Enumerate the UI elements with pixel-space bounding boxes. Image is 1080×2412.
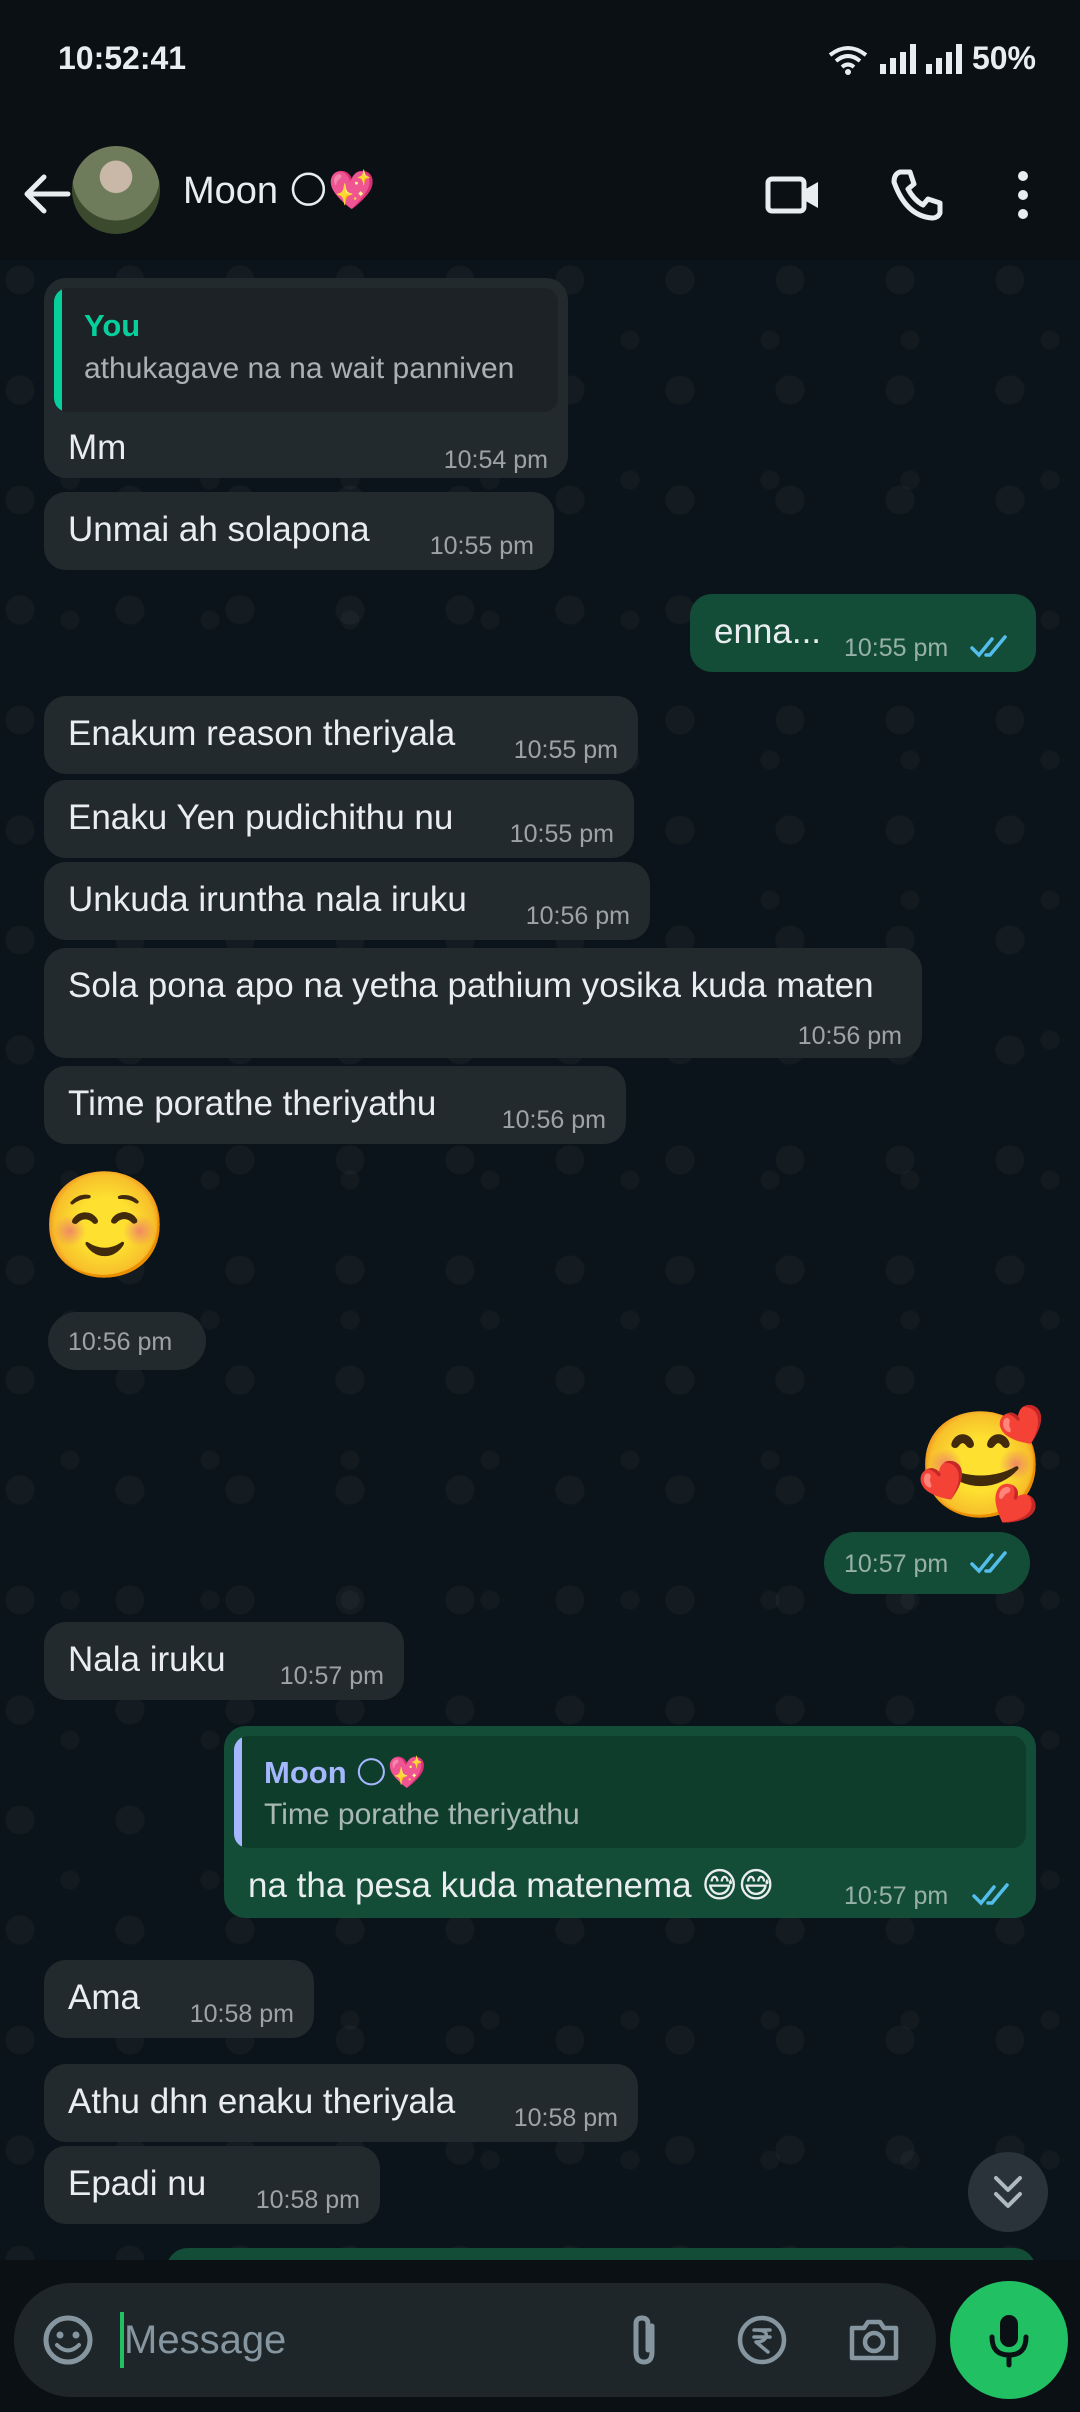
- message-bubble[interactable]: Unkuda iruntha nala iruku 10:56 pm: [44, 862, 650, 940]
- emoji-message[interactable]: 🥰: [916, 1406, 1046, 1526]
- message-bubble[interactable]: Moon 🌕💖 Time porathe theriyathu na tha p…: [224, 1726, 1036, 1918]
- scroll-down-button[interactable]: [968, 2152, 1048, 2232]
- message-text: na tha pesa kuda matenema 😅😅: [248, 1866, 775, 1905]
- signal-icon: [879, 43, 916, 74]
- video-call-icon[interactable]: [760, 162, 826, 228]
- message-time: 10:55 pm: [429, 532, 534, 560]
- message-time: 10:55 pm: [844, 634, 949, 662]
- message-time: 10:55 pm: [509, 820, 614, 848]
- camera-icon[interactable]: [842, 2308, 906, 2372]
- message-text: Nala iruku: [68, 1640, 226, 1679]
- message-time: 10:58 pm: [255, 2186, 360, 2214]
- message-text: Time porathe theriyathu: [68, 1084, 437, 1123]
- avatar[interactable]: [72, 146, 160, 234]
- back-arrow-icon[interactable]: [18, 164, 78, 224]
- status-indicators: 50%: [826, 40, 1036, 77]
- message-time: 10:56 pm: [501, 1106, 606, 1134]
- message-bubble[interactable]: Epadi nu 10:58 pm: [44, 2146, 380, 2224]
- message-text: enna...: [714, 612, 822, 651]
- message-text: Ama: [68, 1978, 140, 2017]
- voice-message-button[interactable]: [950, 2281, 1068, 2399]
- chat-header: Moon 🌕💖: [0, 130, 1080, 260]
- status-bar: 10:52:41 50%: [0, 0, 1080, 130]
- message-bubble-partial[interactable]: [166, 2248, 1036, 2260]
- message-text: Sola pona apo na yetha pathium yosika ku…: [68, 966, 874, 1005]
- contact-emojis: 🌕💖: [288, 170, 376, 212]
- quote-author: Moon 🌕💖: [264, 1755, 427, 1790]
- message-bubble[interactable]: Unmai ah solapona 10:55 pm: [44, 492, 554, 570]
- battery-level: 50%: [971, 40, 1036, 76]
- double-check-icon: [972, 1883, 1009, 1906]
- rupee-icon[interactable]: [730, 2308, 794, 2372]
- message-text: Unmai ah solapona: [68, 510, 370, 549]
- message-bubble[interactable]: Sola pona apo na yetha pathium yosika ku…: [44, 948, 922, 1058]
- chat-area[interactable]: You athukagave na na wait panniven Mm 10…: [0, 260, 1080, 2260]
- message-time: 10:58 pm: [513, 2104, 618, 2132]
- phone-icon[interactable]: [884, 162, 950, 228]
- message-time: 10:55 pm: [513, 736, 618, 764]
- message-bubble[interactable]: You athukagave na na wait panniven Mm 10…: [44, 278, 568, 478]
- message-bubble[interactable]: Enaku Yen pudichithu nu 10:55 pm: [44, 780, 634, 858]
- message-time: 10:56 pm: [797, 1022, 902, 1050]
- message-bubble[interactable]: Athu dhn enaku theriyala 10:58 pm: [44, 2064, 638, 2142]
- attach-icon[interactable]: [612, 2308, 676, 2372]
- quote-author: You: [84, 308, 141, 343]
- wifi-icon: [828, 45, 868, 75]
- message-text: Unkuda iruntha nala iruku: [68, 880, 467, 919]
- message-time: 10:54 pm: [443, 446, 548, 474]
- message-text: Enakum reason theriyala: [68, 714, 456, 753]
- message-time: 10:56 pm: [68, 1328, 173, 1356]
- message-time: 10:58 pm: [189, 2000, 294, 2028]
- message-bubble[interactable]: Enakum reason theriyala 10:55 pm: [44, 696, 638, 774]
- message-time: 10:57 pm: [844, 1882, 949, 1910]
- message-bubble[interactable]: Ama 10:58 pm: [44, 1960, 314, 2038]
- message-text: Mm: [68, 428, 127, 467]
- status-time: 10:52:41: [58, 40, 187, 76]
- more-vert-icon[interactable]: [990, 162, 1056, 228]
- message-input[interactable]: Message: [124, 2318, 286, 2363]
- quoted-message[interactable]: You athukagave na na wait panniven: [54, 288, 558, 412]
- message-text: Enaku Yen pudichithu nu: [68, 798, 454, 837]
- message-bubble[interactable]: Nala iruku 10:57 pm: [44, 1622, 404, 1700]
- mic-icon: [989, 2315, 1029, 2368]
- double-check-icon: [970, 1551, 1007, 1574]
- emoji-message[interactable]: ☺️: [40, 1166, 170, 1286]
- contact-name-text: Moon: [183, 170, 279, 212]
- message-time-pill: 10:56 pm: [48, 1312, 206, 1370]
- double-check-icon: [970, 635, 1007, 658]
- quote-text: Time porathe theriyathu: [264, 1798, 580, 1831]
- message-bubble[interactable]: enna... 10:55 pm: [690, 594, 1036, 672]
- message-bubble[interactable]: Time porathe theriyathu 10:56 pm: [44, 1066, 626, 1144]
- quote-text: athukagave na na wait panniven: [84, 352, 515, 385]
- message-time: 10:57 pm: [279, 1662, 384, 1690]
- quoted-message[interactable]: Moon 🌕💖 Time porathe theriyathu: [234, 1736, 1026, 1848]
- message-text: Epadi nu: [68, 2164, 207, 2203]
- message-time: 10:57 pm: [844, 1550, 949, 1578]
- message-text: Athu dhn enaku theriyala: [68, 2082, 456, 2121]
- contact-name[interactable]: Moon 🌕💖: [183, 168, 376, 213]
- emoji-icon[interactable]: [36, 2308, 100, 2372]
- message-time-pill: 10:57 pm: [824, 1532, 1030, 1594]
- signal-icon: [925, 43, 962, 74]
- scroll-down-icon: [994, 2176, 1022, 2208]
- message-time: 10:56 pm: [525, 902, 630, 930]
